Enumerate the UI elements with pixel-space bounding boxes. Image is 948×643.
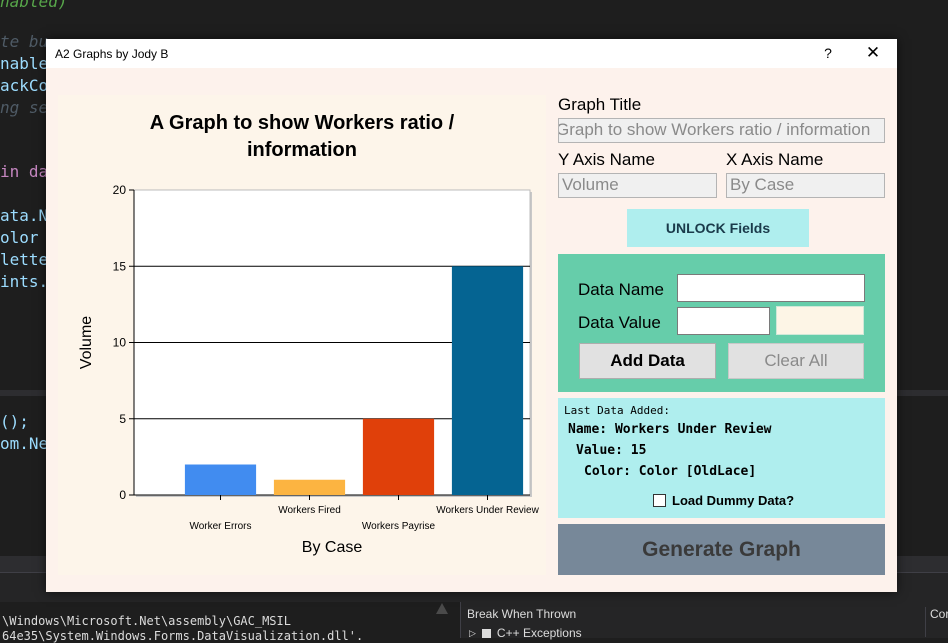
code-line: ints. — [0, 272, 49, 291]
data-value-label: Data Value — [578, 313, 661, 332]
code-line: nable — [0, 54, 49, 73]
output-line: \Windows\Microsoft.Net\assembly\GAC_MSIL — [2, 614, 291, 628]
bar-workers-payrise — [362, 418, 435, 495]
close-button[interactable]: ✕ — [862, 44, 884, 62]
exception-checkbox[interactable] — [481, 628, 491, 638]
y-axis-label: Y Axis Name — [558, 150, 656, 169]
x-axis-label: X Axis Name — [726, 150, 824, 169]
last-data-header: Last Data Added: — [564, 404, 670, 417]
bar-workers-fired — [273, 479, 346, 495]
color-picker-swatch[interactable] — [776, 306, 864, 335]
clear-all-button[interactable]: Clear All — [728, 343, 864, 379]
code-line: ng se — [0, 98, 49, 117]
warning-icon — [436, 603, 448, 614]
y-axis-title: Volume — [78, 316, 95, 369]
title-bar: A2 Graphs by Jody B ? ✕ — [46, 39, 897, 68]
unlock-fields-button[interactable]: UNLOCK Fields — [627, 209, 809, 247]
column-header: Cor — [925, 607, 948, 637]
data-entry-panel: Data Name Data Value Add Data Clear All — [558, 254, 885, 392]
load-dummy-data-row[interactable]: Load Dummy Data? — [653, 493, 794, 508]
graph-title-label: Graph Title — [558, 95, 642, 114]
x-axis-field[interactable]: By Case — [726, 173, 885, 198]
y-tick-label: 0 — [119, 488, 126, 502]
data-name-input[interactable] — [677, 274, 865, 302]
graph-title-field[interactable]: Graph to show Workers ratio / informatio… — [558, 118, 885, 143]
load-dummy-data-label: Load Dummy Data? — [672, 493, 795, 508]
load-dummy-data-checkbox[interactable] — [653, 494, 666, 507]
expand-arrow-icon[interactable]: ▷ — [469, 628, 476, 639]
output-line: 64e35\System.Windows.Forms.DataVisualiza… — [2, 629, 364, 643]
exception-settings-pane: Break When Thrown ▷ C++ Exceptions Cor — [460, 602, 948, 640]
x-tick-label: Workers Payrise — [362, 521, 436, 532]
code-line: in da — [0, 162, 49, 181]
data-name-label: Data Name — [578, 280, 664, 299]
x-axis-title: By Case — [302, 539, 363, 556]
break-when-thrown-header: Break When Thrown — [467, 607, 577, 621]
data-value-input[interactable] — [677, 307, 770, 335]
y-tick-label: 10 — [113, 336, 127, 350]
code-line: te bu — [0, 32, 49, 51]
x-tick-label: Workers Fired — [278, 505, 341, 516]
code-line: ackCo — [0, 76, 49, 95]
chart-title: A Graph to show Workers ratio / informati… — [150, 112, 455, 161]
last-data-value: Value: 15 — [576, 443, 647, 458]
output-pane: \Windows\Microsoft.Net\assembly\GAC_MSIL… — [0, 602, 460, 643]
code-line: ata.N — [0, 206, 49, 225]
graph-dialog: A2 Graphs by Jody B ? ✕ A Graph to show … — [46, 39, 897, 592]
code-line: om.Ne — [0, 434, 49, 453]
window-title: A2 Graphs by Jody B — [55, 47, 169, 61]
bar-chart: A Graph to show Workers ratio / informati… — [78, 112, 540, 556]
bar-workers-under-review — [451, 266, 524, 495]
add-data-button[interactable]: Add Data — [579, 343, 716, 379]
code-line: lette — [0, 250, 49, 269]
last-data-panel: Last Data Added: Name: Workers Under Rev… — [558, 398, 885, 518]
y-axis-field[interactable]: Volume — [558, 173, 717, 198]
code-line: nabled) — [0, 0, 68, 11]
generate-graph-button[interactable]: Generate Graph — [558, 524, 885, 575]
code-line: (); — [0, 412, 29, 431]
y-tick-label: 20 — [113, 183, 127, 197]
bar-worker-errors — [184, 464, 257, 495]
last-data-name: Name: Workers Under Review — [568, 422, 772, 437]
x-tick-label: Worker Errors — [189, 521, 251, 532]
help-button[interactable]: ? — [817, 44, 839, 62]
x-tick-label: Workers Under Review — [436, 505, 539, 516]
y-tick-label: 5 — [119, 412, 126, 426]
graph-title-value: Graph to show Workers ratio / informatio… — [558, 120, 871, 139]
y-tick-label: 15 — [113, 259, 127, 273]
chart-panel: A Graph to show Workers ratio / informati… — [58, 95, 546, 575]
last-data-color: Color: Color [OldLace] — [584, 464, 757, 479]
